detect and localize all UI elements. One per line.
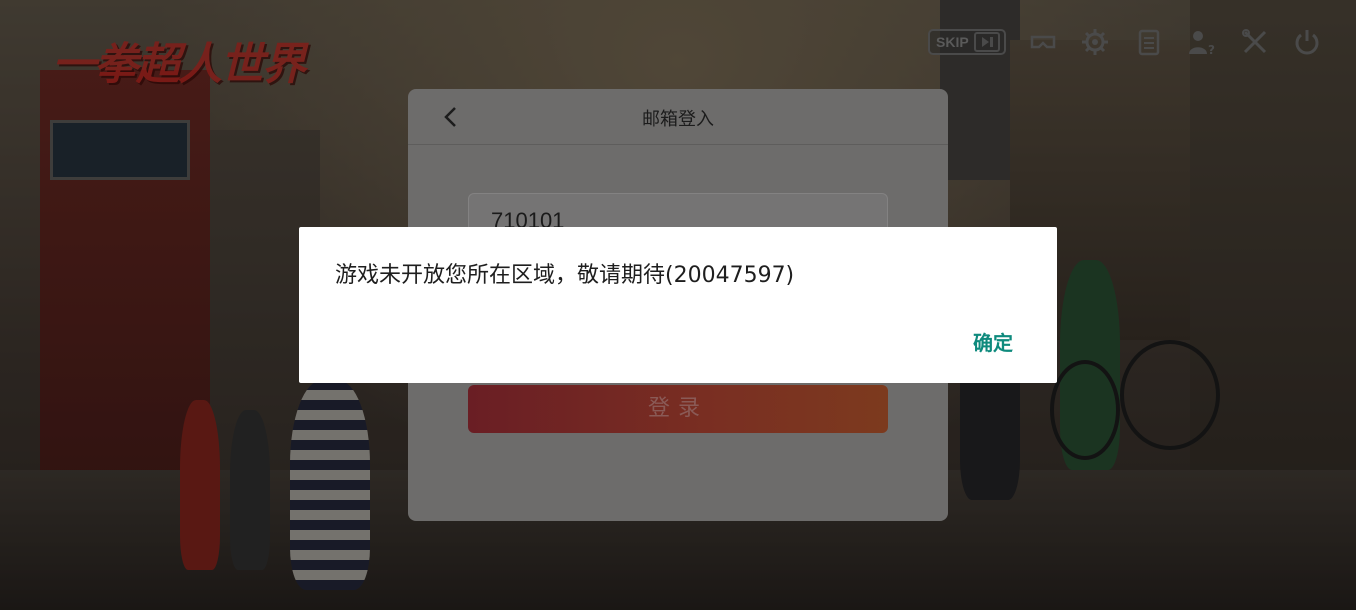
vr-headset-icon[interactable]: [1028, 27, 1058, 57]
skip-label: SKIP: [936, 34, 969, 50]
skip-forward-icon: [974, 32, 1000, 52]
power-icon[interactable]: [1292, 27, 1322, 57]
gear-icon[interactable]: [1080, 27, 1110, 57]
clipboard-icon[interactable]: [1134, 27, 1164, 57]
dialog-message: 游戏未开放您所在区域，敬请期待(20047597): [335, 263, 795, 288]
tools-icon[interactable]: [1240, 27, 1270, 57]
login-button[interactable]: 登录: [468, 385, 888, 433]
user-help-icon[interactable]: ?: [1186, 27, 1216, 57]
login-title: 邮箱登入: [642, 109, 714, 130]
login-header: 邮箱登入: [408, 89, 948, 145]
svg-text:?: ?: [1208, 43, 1215, 57]
skip-button[interactable]: SKIP: [928, 29, 1006, 55]
confirm-button[interactable]: 确定: [973, 327, 1013, 356]
game-logo: 一拳超人世界: [52, 39, 306, 90]
top-toolbar: SKIP ?: [928, 25, 1328, 59]
alert-dialog: 游戏未开放您所在区域，敬请期待(20047597) 确定: [299, 227, 1057, 383]
